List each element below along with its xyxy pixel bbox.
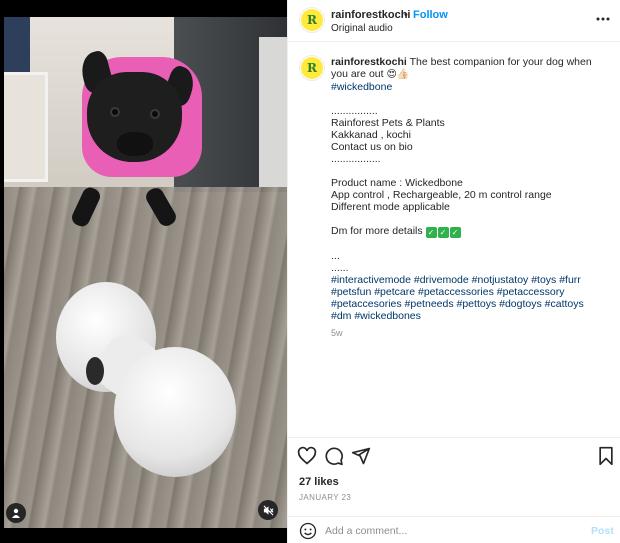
post-date: JANUARY 23 — [299, 493, 352, 502]
check-icon: ✓ — [449, 227, 461, 238]
mute-icon — [263, 505, 274, 515]
comment-bar: Post — [288, 516, 620, 543]
audio-link[interactable]: Original audio — [331, 23, 393, 34]
likes-count[interactable]: 27 likes — [299, 476, 339, 488]
caption-dm-line: Dm for more details ✓ ✓ ✓ — [331, 225, 606, 238]
share-icon[interactable] — [351, 446, 371, 466]
more-icon — [596, 17, 610, 21]
dog-image — [69, 47, 202, 229]
caption-location: Kakkanad , kochi — [331, 129, 411, 141]
avatar-logo: R — [301, 9, 323, 31]
video-frame — [4, 17, 287, 528]
header-separator: • — [404, 9, 408, 21]
avatar-logo: R — [301, 57, 323, 79]
caption-contact: Contact us on bio — [331, 141, 413, 153]
bookmark-icon[interactable] — [596, 446, 616, 466]
more-options-button[interactable] — [596, 8, 610, 24]
comment-input[interactable] — [325, 521, 575, 541]
caption-text: rainforestkochi The best companion for y… — [331, 56, 606, 322]
hashtag-list[interactable]: #interactivemode #drivemode #notjustatoy… — [331, 274, 606, 322]
caption-avatar[interactable]: R — [299, 55, 325, 81]
instagram-post: R rainforestkochi • Follow Original audi… — [0, 0, 620, 543]
caption-section: R rainforestkochi The best companion for… — [288, 43, 620, 437]
caption-store: Rainforest Pets & Plants — [331, 117, 445, 129]
caption-product-modes: Different mode applicable — [331, 201, 450, 213]
post-header: R rainforestkochi • Follow Original audi… — [288, 0, 620, 42]
post-age: 5w — [331, 328, 343, 338]
emoji-icon[interactable] — [299, 522, 317, 540]
user-tag-button[interactable] — [6, 503, 26, 523]
caption-username[interactable]: rainforestkochi — [331, 56, 407, 68]
caption-emoji: 😍👍🏻 — [386, 69, 410, 80]
caption-separator: ................ — [331, 105, 378, 117]
post-media[interactable] — [0, 0, 287, 543]
check-icon: ✓ — [425, 227, 437, 238]
check-icon: ✓ — [437, 227, 449, 238]
mute-button[interactable] — [258, 500, 278, 520]
header-username[interactable]: rainforestkochi — [331, 9, 410, 21]
post-side-panel: R rainforestkochi • Follow Original audi… — [287, 0, 620, 543]
post-actions: 27 likes JANUARY 23 — [288, 437, 620, 516]
caption-ellipsis: ...... — [331, 262, 349, 274]
heart-icon[interactable] — [297, 446, 317, 466]
follow-button[interactable]: Follow — [413, 9, 448, 21]
post-comment-button[interactable]: Post — [591, 525, 614, 537]
caption-product-features: App control , Rechargeable, 20 m control… — [331, 189, 552, 201]
caption-ellipsis: ... — [331, 250, 340, 262]
user-tag-icon — [12, 508, 20, 518]
comment-icon[interactable] — [324, 446, 344, 466]
caption-product-name: Product name : Wickedbone — [331, 177, 463, 189]
caption-separator: ................. — [331, 153, 381, 165]
avatar[interactable]: R — [299, 7, 325, 33]
hashtag-link[interactable]: #wickedbone — [331, 81, 606, 93]
